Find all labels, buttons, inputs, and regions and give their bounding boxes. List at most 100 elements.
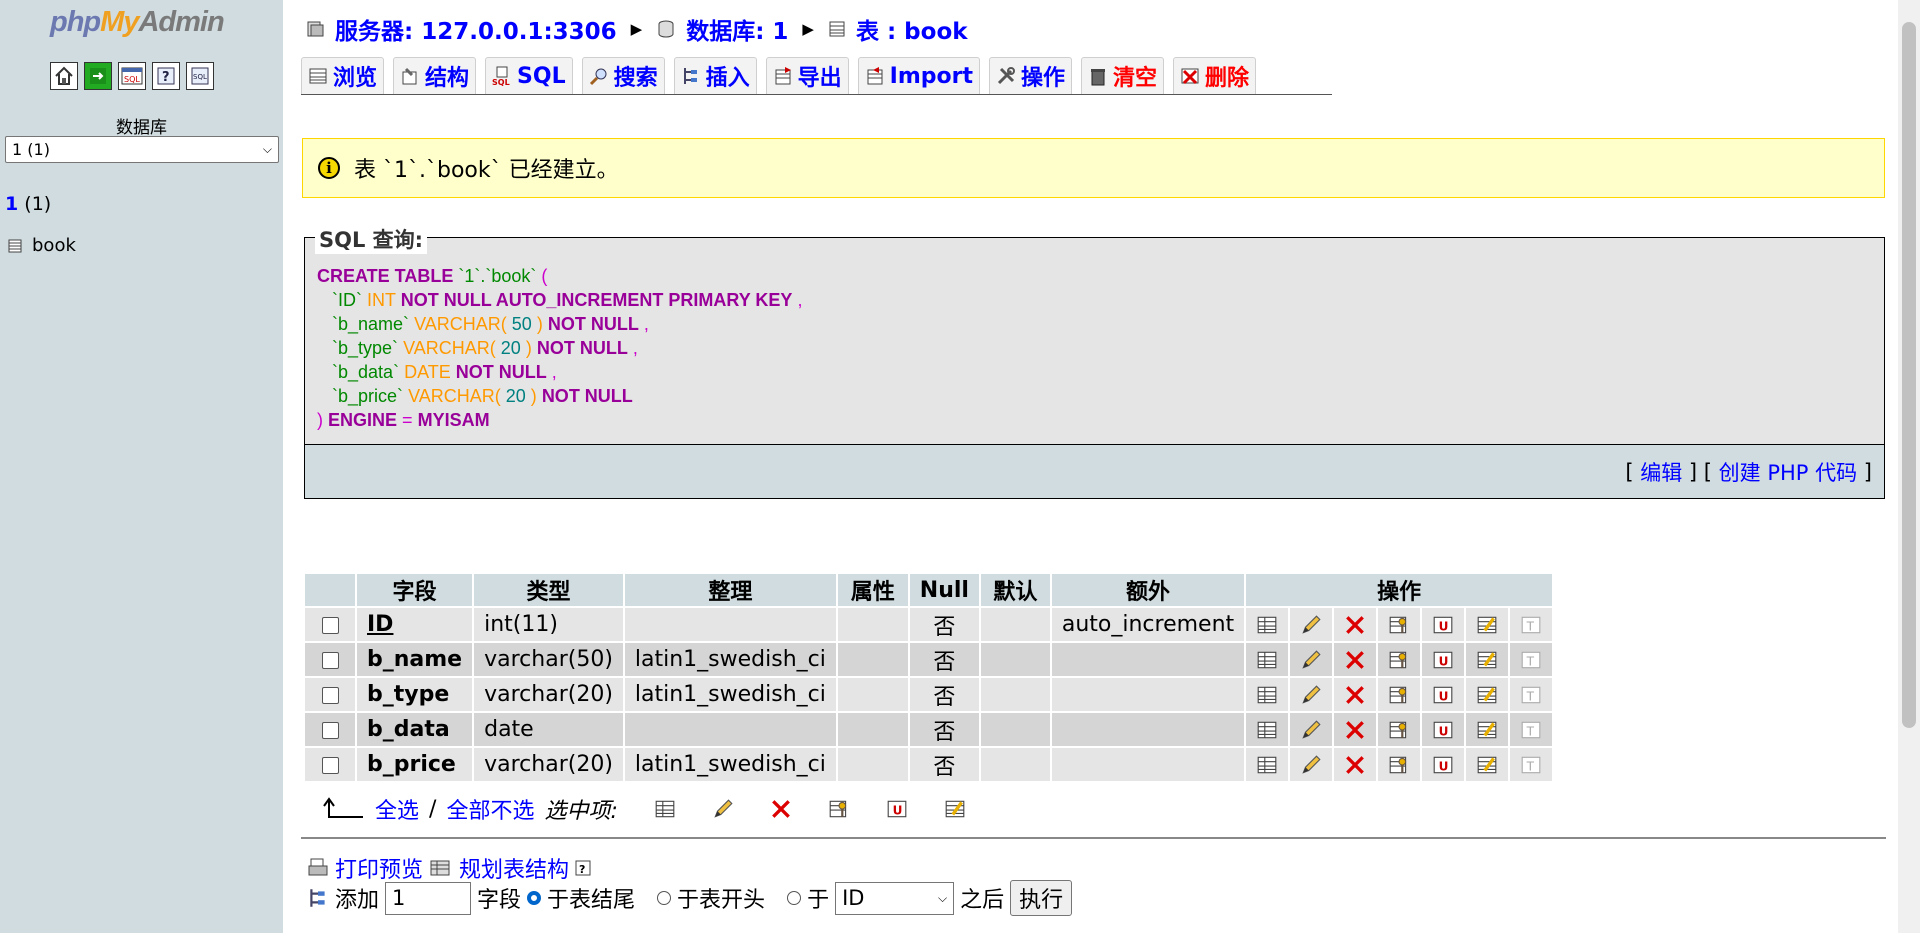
breadcrumb-database[interactable]: 数据库: 1 [686,12,788,46]
field-collation: latin1_swedish_ci [624,643,836,676]
primary-key-icon[interactable] [1388,684,1410,706]
primary-key-icon[interactable] [1388,649,1410,671]
edit-pencil-icon[interactable] [1300,614,1322,636]
index-icon[interactable] [1476,649,1498,671]
action-cell: U [1422,608,1465,641]
table-list-item[interactable]: book [8,235,76,256]
delete-x-icon[interactable] [1344,719,1366,741]
table-header-row: 字段 类型 整理 属性 Null 默认 额外 操作 [305,574,1553,606]
tab-empty[interactable]: 清空 [1081,57,1165,94]
column-header: 字段 [357,574,473,606]
go-button[interactable]: 执行 [1010,880,1073,916]
unique-icon[interactable]: U [1432,684,1454,706]
bulk-primary-key-icon[interactable] [828,798,850,820]
tab-export[interactable]: 导出 [765,57,849,94]
help-icon[interactable]: ? [575,860,591,876]
at-end-radio[interactable] [527,891,542,905]
bulk-edit-pencil-icon[interactable] [712,798,734,820]
index-icon[interactable] [1476,614,1498,636]
bulk-browse-distinct-icon[interactable] [654,798,676,820]
edit-pencil-icon[interactable] [1300,684,1322,706]
browse-distinct-icon[interactable] [1256,614,1278,636]
row-checkbox[interactable] [321,756,339,774]
edit-sql-link[interactable]: 编辑 [1640,457,1682,487]
select-none-link[interactable]: 全部不选 [446,793,534,825]
index-icon[interactable] [1476,754,1498,776]
bulk-index-icon[interactable] [944,798,966,820]
field-type: varchar(50) [474,643,623,676]
delete-x-icon[interactable] [1344,649,1366,671]
delete-x-icon[interactable] [1344,614,1366,636]
select-all-link[interactable]: 全选 [375,793,419,825]
fulltext-icon[interactable]: T [1520,719,1542,741]
browse-distinct-icon[interactable] [1256,684,1278,706]
row-checkbox[interactable] [321,686,339,704]
database-link[interactable]: 1 (1) [5,193,51,215]
create-php-code-link[interactable]: 创建 PHP 代码 [1719,457,1857,487]
tab-import[interactable]: Import [857,57,980,94]
primary-key-icon[interactable] [1388,614,1410,636]
unique-icon[interactable]: U [1432,754,1454,776]
index-icon[interactable] [1476,684,1498,706]
table-row: b_data date 否 U T [305,713,1553,746]
fulltext-icon[interactable]: T [1520,614,1542,636]
field-collation [624,608,836,641]
tab-insert[interactable]: 插入 [673,57,757,94]
delete-x-icon[interactable] [1344,754,1366,776]
after-field-select[interactable]: ID ⌵ [835,881,955,915]
tab-search[interactable]: 搜索 [581,57,665,94]
breadcrumb-server[interactable]: 服务器: 127.0.0.1:3306 [335,12,617,46]
edit-pencil-icon[interactable] [1300,754,1322,776]
primary-key-icon[interactable] [1388,719,1410,741]
fulltext-icon[interactable]: T [1520,649,1542,671]
tab-structure[interactable]: 结构 [393,57,477,94]
exit-icon[interactable] [84,62,112,90]
tab-drop[interactable]: 删除 [1173,57,1257,94]
breadcrumb-separator-icon: ▶ [630,20,643,38]
field-attributes [837,678,908,711]
bulk-unique-icon[interactable]: U [886,798,908,820]
fulltext-icon[interactable]: T [1520,684,1542,706]
bulk-delete-x-icon[interactable] [770,798,792,820]
edit-pencil-icon[interactable] [1300,649,1322,671]
row-checkbox[interactable] [321,616,339,634]
browse-icon [309,68,327,84]
sql-docs-icon[interactable]: SQL [186,62,214,90]
tab-browse[interactable]: 浏览 [301,57,385,94]
row-checkbox[interactable] [321,651,339,669]
with-selected-bar: 全选 / 全部不选 选中项: U [323,793,966,825]
primary-key-icon[interactable] [1388,754,1410,776]
delete-x-icon[interactable] [1344,684,1366,706]
unique-icon[interactable]: U [1432,719,1454,741]
database-label: 数据库 [116,118,167,138]
index-icon[interactable] [1476,719,1498,741]
action-cell [1334,713,1377,746]
field-collation: latin1_swedish_ci [624,678,836,711]
tab-operations[interactable]: 操作 [989,57,1073,94]
phpmyadmin-logo[interactable]: phpMyAdmin [50,6,225,39]
help-icon[interactable]: ? [152,62,180,90]
browse-distinct-icon[interactable] [1256,649,1278,671]
svg-text:T: T [1526,760,1535,774]
action-cell [1290,748,1333,781]
action-cell: T [1510,608,1553,641]
at-beginning-radio[interactable] [657,891,672,905]
column-header: 默认 [980,574,1050,606]
browse-distinct-icon[interactable] [1256,754,1278,776]
edit-pencil-icon[interactable] [1300,719,1322,741]
sql-window-icon[interactable]: SQL [118,62,146,90]
vertical-scrollbar[interactable] [1898,0,1920,933]
scrollbar-thumb[interactable] [1902,22,1916,728]
fulltext-icon[interactable]: T [1520,754,1542,776]
row-checkbox[interactable] [321,721,339,739]
tab-sql[interactable]: SQL SQL [485,57,573,94]
home-icon[interactable] [50,62,78,90]
unique-icon[interactable]: U [1432,614,1454,636]
svg-text:U: U [1439,655,1449,669]
database-select[interactable]: 1 (1) ⌵ [5,136,279,163]
breadcrumb-table[interactable]: 表 : book [856,12,968,46]
field-count-input[interactable]: 1 [385,881,472,915]
unique-icon[interactable]: U [1432,649,1454,671]
after-field-radio[interactable] [787,891,802,905]
browse-distinct-icon[interactable] [1256,719,1278,741]
